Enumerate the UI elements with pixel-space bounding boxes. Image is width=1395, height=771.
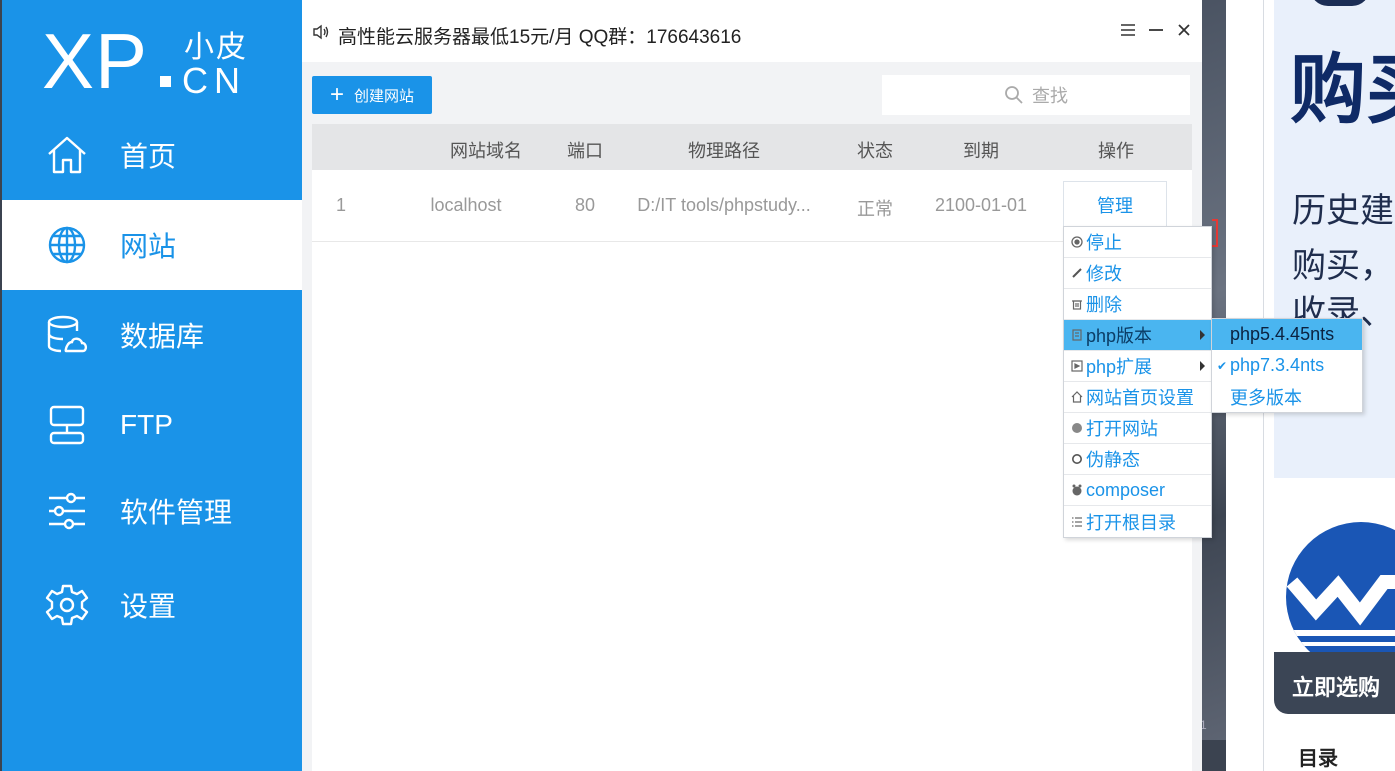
header-expire: 到期	[963, 141, 999, 161]
create-site-label: 创建网站	[354, 87, 415, 105]
manage-button[interactable]: 管理	[1063, 181, 1167, 229]
row-path: D:/IT tools/phpstudy...	[637, 195, 811, 215]
header-port: 端口	[567, 141, 603, 161]
toc-heading: 目录	[1298, 748, 1338, 770]
folder-list-icon	[1070, 515, 1084, 529]
close-icon[interactable]	[1172, 18, 1196, 42]
chevron-right-icon	[1200, 330, 1205, 340]
globe-icon	[42, 220, 92, 270]
row-port: 80	[574, 195, 596, 215]
notice-text: 高性能云服务器最低15元/月 QQ群：176643616	[338, 27, 742, 48]
more-versions-option[interactable]: 更多版本	[1212, 381, 1362, 412]
header-status: 状态	[857, 141, 893, 161]
menu-item-php-extension[interactable]: php扩展	[1064, 351, 1211, 382]
chevron-right-icon	[1200, 361, 1205, 371]
php-version-option[interactable]: ✔ php7.3.4nts	[1212, 350, 1362, 381]
title-bar: 高性能云服务器最低15元/月 QQ群：176643616	[302, 0, 1202, 65]
database-icon	[42, 310, 92, 360]
trash-icon	[1070, 297, 1084, 311]
php-extension-icon	[1070, 359, 1084, 373]
nav-item-software[interactable]: 软件管理	[2, 466, 302, 556]
speaker-icon	[312, 24, 330, 45]
menu-item-edit[interactable]: 修改	[1064, 258, 1211, 289]
app-logo: XP 小皮 CN	[42, 17, 262, 108]
sliders-icon	[42, 486, 92, 536]
php-version-submenu: php5.4.45nts ✔ php7.3.4nts 更多版本	[1211, 318, 1363, 413]
home-icon	[42, 130, 92, 180]
search-icon	[1004, 85, 1024, 105]
logo-brand: XP	[42, 17, 149, 105]
menu-item-open-root[interactable]: 打开根目录	[1064, 506, 1211, 537]
menu-item-delete[interactable]: 删除	[1064, 289, 1211, 320]
header-domain: 网站域名	[450, 141, 522, 161]
nav-label: 设置	[120, 591, 177, 622]
promo-logo-icon	[1286, 522, 1395, 672]
nav-label: FTP	[120, 409, 173, 440]
menu-item-composer[interactable]: composer	[1064, 475, 1211, 506]
nav-item-ftp[interactable]: FTP	[2, 380, 302, 470]
edit-icon	[1070, 266, 1084, 280]
row-index: 1	[335, 195, 346, 215]
nav-item-settings[interactable]: 设置	[2, 560, 302, 650]
nav-item-website[interactable]: 网站	[2, 200, 302, 290]
stop-icon	[1070, 235, 1084, 249]
search-input[interactable]: 查找	[882, 75, 1190, 115]
menu-icon[interactable]	[1116, 18, 1140, 42]
gear-icon	[42, 580, 92, 630]
composer-icon	[1070, 483, 1084, 497]
ftp-icon	[42, 400, 92, 450]
site-list-area: + 创建网站 查找 网站域名 端口 物理路径 状态 到期 操作 1 localh…	[312, 62, 1192, 771]
promo-line-1: 历史建	[1292, 192, 1394, 230]
nav-label: 网站	[120, 231, 177, 262]
background-marker	[1212, 219, 1218, 247]
php-version-icon	[1070, 328, 1084, 342]
nav-item-home[interactable]: 首页	[2, 110, 302, 200]
nav-label: 数据库	[120, 321, 205, 352]
table-header: 网站域名 端口 物理路径 状态 到期 操作	[312, 124, 1192, 170]
checkmark-icon: ✔	[1216, 358, 1228, 373]
menu-item-homepage-settings[interactable]: 网站首页设置	[1064, 382, 1211, 413]
row-expire: 2100-01-01	[934, 195, 1028, 215]
logo-dot	[160, 76, 171, 87]
header-path: 物理路径	[688, 141, 760, 161]
row-domain: localhost	[430, 195, 502, 215]
table-row: 1 localhost 80 D:/IT tools/phpstudy... 正…	[312, 170, 1192, 242]
nav-item-database[interactable]: 数据库	[2, 290, 302, 380]
menu-item-stop[interactable]: 停止	[1064, 227, 1211, 258]
table-body: 1 localhost 80 D:/IT tools/phpstudy... 正…	[312, 170, 1192, 771]
open-site-icon	[1070, 421, 1084, 435]
menu-item-open-site[interactable]: 打开网站	[1064, 413, 1211, 444]
site-context-menu: 停止 修改 删除 php版本 php扩展 网站首页设置 打开网站 伪静态 com…	[1063, 226, 1212, 538]
homepage-icon	[1070, 390, 1084, 404]
search-placeholder: 查找	[1032, 86, 1068, 106]
sidebar: XP 小皮 CN 首页 网站 数据库 FTP 软件管理 设置	[2, 0, 302, 771]
promo-title: 购买	[1290, 48, 1395, 133]
menu-item-php-version[interactable]: php版本	[1064, 320, 1211, 351]
header-action: 操作	[1098, 141, 1134, 161]
php-version-option[interactable]: php5.4.45nts	[1212, 319, 1362, 350]
row-status: 正常	[857, 199, 893, 219]
nav-label: 软件管理	[120, 497, 233, 528]
plus-icon: +	[329, 81, 344, 108]
nav-label: 首页	[120, 141, 177, 172]
minimize-icon[interactable]	[1144, 18, 1168, 42]
rewrite-icon	[1070, 452, 1084, 466]
menu-item-rewrite[interactable]: 伪静态	[1064, 444, 1211, 475]
buy-now-button[interactable]: 立即选购	[1274, 652, 1395, 714]
create-site-button[interactable]: + 创建网站	[312, 76, 432, 114]
promo-line-2: 购买，	[1292, 247, 1394, 285]
logo-cn-bottom: CN	[182, 60, 246, 101]
